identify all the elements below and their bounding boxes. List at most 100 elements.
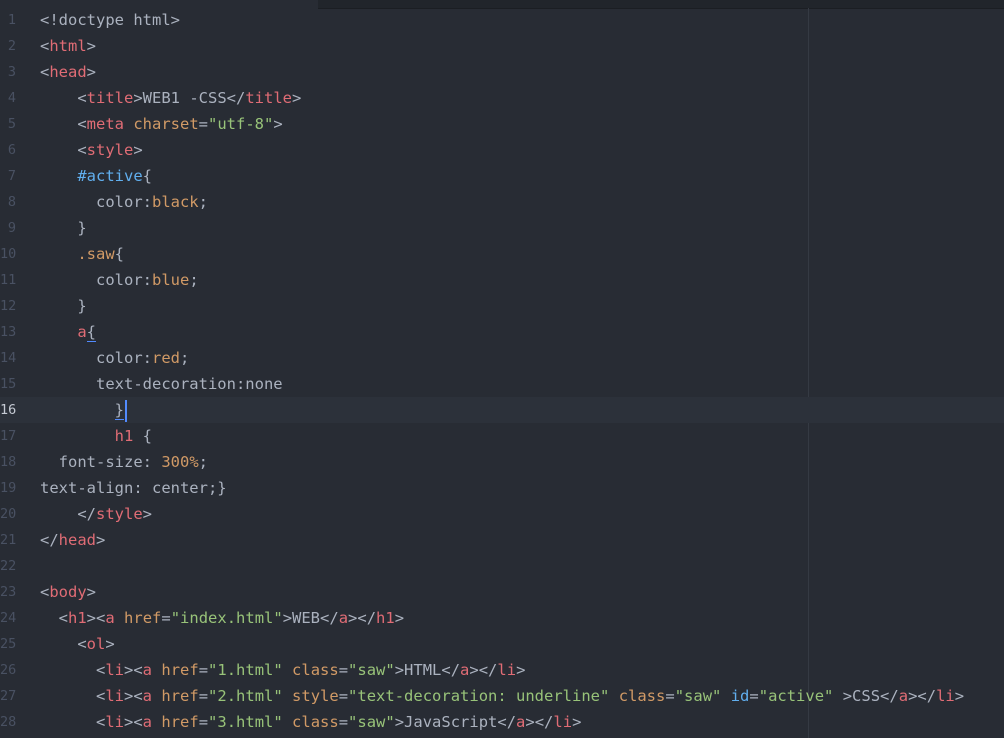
code-text: < [40, 661, 106, 679]
tag-name: body [49, 583, 87, 601]
code-editor[interactable]: 1 <!doctype html> 2 <html> 3 <head> 4 <title>W… [0, 0, 1004, 738]
code-line[interactable]: 8 color:black; [0, 189, 1004, 215]
line-number: 1 [7, 12, 16, 28]
code-text: ></ [525, 713, 554, 731]
line-number: 9 [7, 220, 16, 236]
tag-name: li [553, 713, 573, 731]
code-text: } [40, 297, 87, 315]
line-content: <li><a href="2.html" style="text-decorat… [40, 683, 964, 709]
line-number: 4 [7, 90, 16, 106]
attribute-name: class [618, 687, 666, 705]
tag-name: style [96, 505, 143, 523]
tag-name: title [245, 89, 292, 107]
tag-name: a [898, 687, 909, 705]
line-content: <li><a href="3.html" class="saw">JavaScr… [40, 709, 581, 735]
code-text: > [572, 713, 582, 731]
code-line[interactable]: 3 <head> [0, 59, 1004, 85]
string-value: "1.html" [208, 661, 283, 679]
code-line[interactable]: 20 </style> [0, 501, 1004, 527]
css-value: 300% [161, 453, 199, 471]
tag-name: style [86, 141, 134, 159]
string-value: "index.html" [170, 609, 283, 627]
code-line[interactable]: 17 h1 { [0, 423, 1004, 449]
line-number: 10 [0, 246, 17, 262]
code-line[interactable]: 27 <li><a href="2.html" style="text-deco… [0, 683, 1004, 709]
code-line[interactable]: 22 [0, 553, 1004, 579]
code-text: > [105, 635, 115, 653]
code-line[interactable]: 23 <body> [0, 579, 1004, 605]
tag-name: a [142, 713, 153, 731]
line-content: .saw{ [40, 241, 124, 267]
code-line[interactable]: 12 } [0, 293, 1004, 319]
code-text: < [40, 141, 87, 159]
code-line[interactable]: 7 #active{ [0, 163, 1004, 189]
line-number: 23 [0, 584, 17, 600]
code-text: } [40, 219, 87, 237]
code-line[interactable]: 4 <title>WEB1 -CSS</title> [0, 85, 1004, 111]
id-selector: #active [77, 167, 143, 185]
attribute-name: class [292, 661, 339, 679]
code-line[interactable]: 18 font-size: 300%; [0, 449, 1004, 475]
code-line[interactable]: 16 } [0, 397, 1004, 423]
css-value: blue [151, 271, 190, 289]
code-text: < [40, 37, 50, 55]
code-line[interactable]: 14 color:red; [0, 345, 1004, 371]
attribute-name: href [124, 609, 162, 627]
line-content: </style> [40, 501, 152, 527]
line-content: <style> [40, 137, 142, 163]
code-line[interactable]: 5 <meta charset="utf-8"> [0, 111, 1004, 137]
css-value: red [151, 349, 180, 367]
attribute-name: charset [133, 115, 199, 133]
code-line[interactable]: 25 <ol> [0, 631, 1004, 657]
code-line[interactable]: 26 <li><a href="1.html" class="saw">HTML… [0, 657, 1004, 683]
code-line[interactable]: 28 <li><a href="3.html" class="saw">Java… [0, 709, 1004, 735]
line-number: 20 [0, 506, 17, 522]
code-line[interactable]: 11 color:blue; [0, 267, 1004, 293]
line-content: color:blue; [40, 267, 199, 293]
line-number: 28 [0, 714, 17, 730]
code-text: color: [40, 349, 152, 367]
code-text: text-decoration:none [40, 375, 283, 393]
line-number: 15 [0, 376, 17, 392]
code-text: { [114, 245, 124, 263]
code-line[interactable]: 1 <!doctype html> [0, 7, 1004, 33]
code-line[interactable]: 10 .saw{ [0, 241, 1004, 267]
code-text: = [338, 713, 349, 731]
code-area[interactable]: 1 <!doctype html> 2 <html> 3 <head> 4 <title>W… [0, 7, 1004, 735]
line-number: 14 [0, 350, 17, 366]
code-text: > [954, 687, 965, 705]
code-line[interactable]: 19 text-align: center;} [0, 475, 1004, 501]
code-text: = [161, 609, 171, 627]
line-content: <html> [40, 33, 96, 59]
line-number: 19 [0, 480, 17, 496]
id-selector: id [730, 687, 750, 705]
code-line[interactable]: 15 text-decoration:none [0, 371, 1004, 397]
code-line[interactable]: 9 } [0, 215, 1004, 241]
code-line[interactable]: 2 <html> [0, 33, 1004, 59]
line-content: <head> [40, 59, 96, 85]
code-text: < [40, 583, 50, 601]
line-number: 27 [0, 688, 17, 704]
code-line[interactable]: 24 <h1><a href="index.html">WEB</a></h1> [0, 605, 1004, 631]
tag-name: a [516, 713, 526, 731]
code-text: ></ [348, 609, 377, 627]
code-text: = [749, 687, 759, 705]
code-line[interactable]: 6 <style> [0, 137, 1004, 163]
class-selector: .saw [77, 245, 115, 263]
code-text: > [394, 609, 405, 627]
code-text: >< [124, 713, 143, 731]
code-text: ></ [908, 687, 937, 705]
tag-name: a [77, 323, 87, 341]
code-line[interactable]: 13 a{ [0, 319, 1004, 345]
line-number: 16 [0, 402, 17, 418]
line-number: 17 [0, 428, 17, 444]
code-text: = [198, 713, 209, 731]
code-text: < [40, 115, 87, 133]
code-line[interactable]: 21 </head> [0, 527, 1004, 553]
code-text: < [40, 687, 106, 705]
line-number: 12 [0, 298, 17, 314]
code-text: text-align: center;} [40, 479, 227, 497]
code-text: ></ [469, 661, 498, 679]
